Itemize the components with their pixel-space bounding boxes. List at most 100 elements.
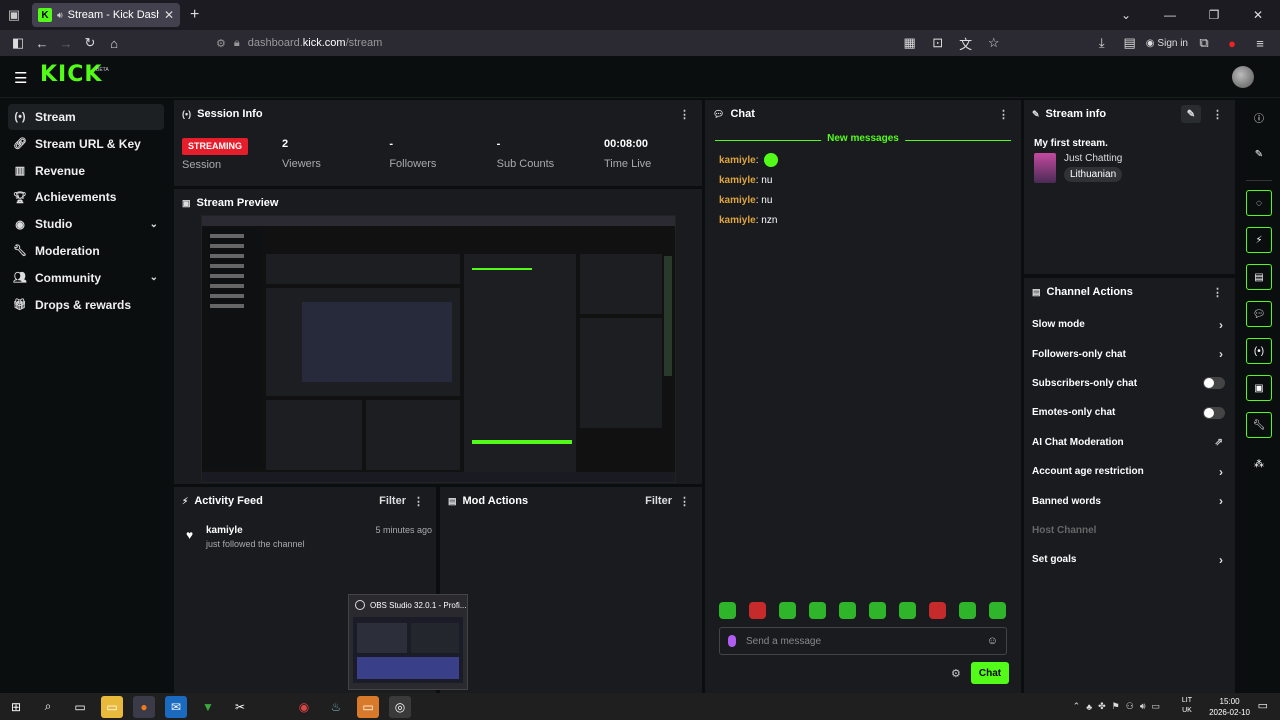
ai-moderation-item[interactable]: AI Chat Moderation ⇗ — [1024, 428, 1235, 457]
sidebar-toggle-icon[interactable]: ◧ — [6, 32, 30, 54]
sidebar-item-stream-url-key[interactable]: 🔗︎ Stream URL & Key — [8, 131, 164, 157]
browser-tab[interactable]: K 🔊︎ Stream - Kick Dashboard ✕ — [32, 3, 180, 27]
edit-layout-icon[interactable]: ✎ — [1246, 141, 1272, 167]
emote-button[interactable] — [839, 602, 856, 619]
more-options-icon[interactable]: ⋮ — [1212, 108, 1223, 121]
extensions-icon[interactable]: ⧉ — [1192, 32, 1216, 54]
session-widget-icon[interactable]: ◌ — [1246, 190, 1272, 216]
subscribers-only-toggle[interactable] — [1203, 377, 1225, 390]
home-icon[interactable]: ⌂ — [102, 32, 126, 54]
emote-button[interactable] — [749, 602, 766, 619]
info-icon[interactable]: ⓘ — [1246, 104, 1272, 130]
battery-icon[interactable]: ▭ — [1151, 701, 1160, 712]
emote-button[interactable] — [989, 602, 1006, 619]
mod-widget-icon[interactable]: ▤ — [1246, 264, 1272, 290]
translate-icon[interactable]: 文 — [954, 32, 978, 54]
pocket-icon[interactable]: ⊡ — [926, 32, 950, 54]
emotes-only-toggle[interactable] — [1203, 406, 1225, 419]
close-window-icon[interactable]: ✕ — [1236, 8, 1280, 22]
more-options-icon[interactable]: ⋮ — [679, 495, 690, 508]
steam-icon[interactable]: ♨ — [325, 696, 347, 718]
system-clock[interactable]: 15:00 2026-02-10 — [1209, 696, 1250, 718]
account-age-item[interactable]: Account age restriction › — [1024, 457, 1235, 486]
chrome-icon[interactable]: ◉ — [293, 696, 315, 718]
sidebar-item-studio[interactable]: ◉ Studio ⌄ — [8, 211, 164, 237]
emote-button[interactable] — [899, 602, 916, 619]
site-info-icon[interactable]: ⚙ — [216, 37, 226, 50]
restore-icon[interactable]: ❐ — [1192, 8, 1236, 22]
network-icon[interactable]: ⚇ — [1126, 701, 1134, 712]
more-options-icon[interactable]: ⋮ — [413, 495, 424, 508]
back-icon[interactable]: ← — [30, 32, 54, 54]
outlook-icon[interactable]: ✉ — [165, 695, 187, 718]
tabs-dropdown-icon[interactable]: ⌄ — [1104, 8, 1148, 22]
send-chat-button[interactable]: Chat — [971, 662, 1009, 684]
mod-filter-button[interactable]: Filter — [645, 495, 672, 507]
sidebar-item-drops-rewards[interactable]: 🎁︎ Drops & rewards — [8, 292, 164, 318]
new-tab-icon[interactable]: + — [190, 6, 199, 24]
task-view-icon[interactable]: ▭ — [69, 696, 91, 718]
windows-start-icon[interactable]: ⊞ — [5, 696, 27, 718]
downloads-icon[interactable]: ⤓ — [1090, 32, 1114, 54]
banned-words-item[interactable]: Banned words › — [1024, 486, 1235, 515]
emote-button[interactable] — [959, 602, 976, 619]
emote-button[interactable] — [869, 602, 886, 619]
emote-button[interactable] — [719, 602, 736, 619]
channel-actions-widget-icon[interactable]: ▣ — [1246, 375, 1272, 401]
stream-widget-icon[interactable]: (•) — [1246, 338, 1272, 364]
notifications-icon[interactable]: ▭ — [1258, 699, 1268, 712]
chat-username[interactable]: kamiyle — [719, 175, 756, 186]
keyboard-language[interactable]: LIT UK — [1182, 696, 1192, 716]
bookmark-star-icon[interactable]: ☆ — [982, 32, 1006, 54]
tab-list-icon[interactable]: ▣ — [0, 0, 28, 30]
reload-icon[interactable]: ↻ — [78, 32, 102, 54]
sidebar-item-achievements[interactable]: 🏆︎ Achievements — [8, 184, 164, 210]
more-options-icon[interactable]: ⋮ — [998, 108, 1009, 121]
chat-widget-icon[interactable]: 💬︎ — [1246, 301, 1272, 327]
activity-widget-icon[interactable]: ⚡︎ — [1246, 227, 1272, 253]
blank-app-icon[interactable] — [261, 696, 283, 718]
sign-in-button[interactable]: ◉ Sign in — [1146, 38, 1188, 49]
capcut-icon[interactable]: ✂ — [229, 696, 251, 718]
stream-preview-video[interactable] — [201, 215, 676, 483]
user-avatar[interactable] — [1232, 66, 1254, 88]
more-options-icon[interactable]: ⋮ — [1212, 286, 1223, 299]
sidebar-item-stream[interactable]: (•) Stream — [8, 104, 164, 130]
chat-username[interactable]: kamiyle — [719, 215, 756, 226]
tray-chevron-icon[interactable]: ⌃ — [1073, 701, 1081, 712]
edit-stream-info-button[interactable]: ✎ — [1181, 105, 1201, 123]
set-goals-item[interactable]: Set goals › — [1024, 545, 1235, 574]
slow-mode-item[interactable]: Slow mode › — [1024, 310, 1235, 339]
sidebar-item-moderation[interactable]: 🔧︎ Moderation — [8, 238, 164, 264]
nodes-icon[interactable]: ⁂ — [1246, 451, 1272, 477]
tray-app-icon[interactable]: ♣ — [1086, 702, 1092, 712]
hamburger-menu-icon[interactable]: ☰ — [14, 69, 27, 87]
screenshot-icon[interactable]: ▦ — [898, 32, 922, 54]
activity-filter-button[interactable]: Filter — [379, 495, 406, 507]
emote-button[interactable] — [809, 602, 826, 619]
library-icon[interactable]: ▤ — [1118, 32, 1142, 54]
chat-settings-gear-icon[interactable]: ⚙ — [951, 667, 961, 680]
volume-icon[interactable]: 🔊︎ — [1140, 701, 1146, 712]
menu-icon[interactable]: ≡ — [1248, 32, 1272, 54]
audio-icon[interactable]: 🔊︎ — [57, 10, 63, 21]
adblock-icon[interactable]: ● — [1220, 32, 1244, 54]
followers-only-item[interactable]: Followers-only chat › — [1024, 339, 1235, 368]
emoji-picker-icon[interactable]: ☺ — [987, 635, 998, 647]
chat-username[interactable]: kamiyle — [719, 155, 756, 166]
chat-message-input[interactable]: Send a message ☺ — [719, 627, 1007, 655]
folder-app-icon[interactable]: ▭ — [357, 695, 379, 718]
wrench-widget-icon[interactable]: 🔧︎ — [1246, 412, 1272, 438]
close-tab-icon[interactable]: ✕ — [164, 8, 174, 22]
emote-button[interactable] — [929, 602, 946, 619]
tray-app-icon[interactable]: ⚑ — [1112, 701, 1120, 712]
more-options-icon[interactable]: ⋮ — [679, 108, 690, 121]
activity-user[interactable]: kamiyle — [206, 525, 243, 536]
file-explorer-icon[interactable]: ▭ — [101, 695, 123, 718]
chat-username[interactable]: kamiyle — [719, 195, 756, 206]
new-messages-divider[interactable]: New messages — [715, 132, 1011, 150]
sidebar-item-community[interactable]: 👥︎ Community ⌄ — [8, 265, 164, 291]
search-icon[interactable]: ⌕ — [37, 696, 59, 718]
tray-app-icon[interactable]: ✤ — [1098, 701, 1106, 712]
obs-taskbar-icon[interactable]: ◎ — [389, 695, 411, 718]
